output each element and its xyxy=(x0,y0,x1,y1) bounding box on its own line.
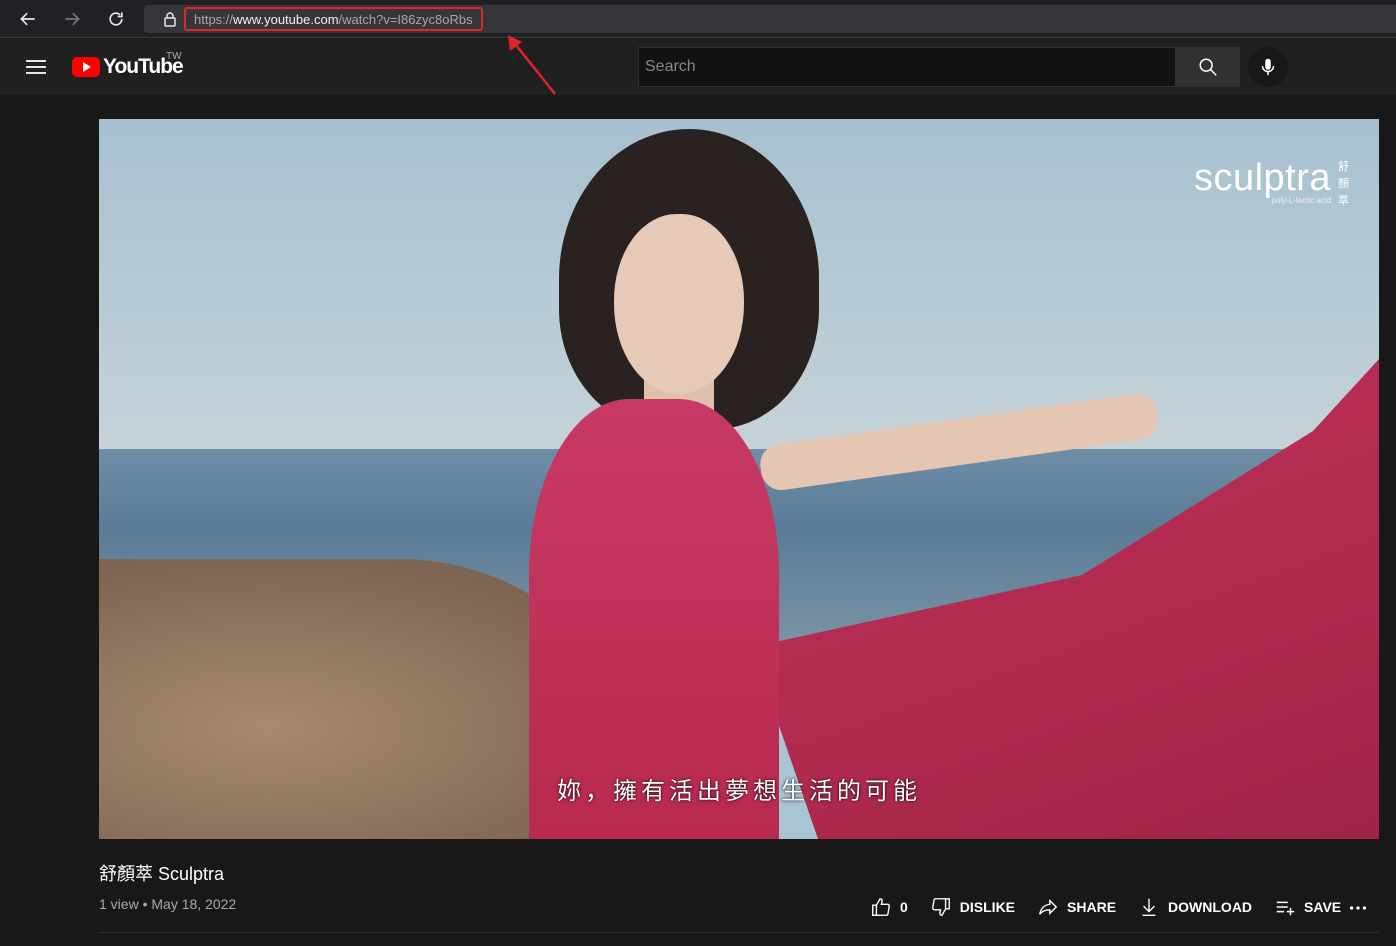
save-button[interactable]: SAVE xyxy=(1274,896,1341,918)
upload-date: May 18, 2022 xyxy=(151,896,237,912)
url-scheme: https:// xyxy=(194,11,234,27)
video-actions: 0 DISLIKE SHARE DOWNLOAD SAVE xyxy=(870,895,1363,919)
view-count: 1 view xyxy=(99,896,139,912)
search-input[interactable] xyxy=(638,47,1176,87)
youtube-play-icon xyxy=(72,57,100,77)
voice-search-button[interactable] xyxy=(1248,47,1288,87)
video-subtitle: 妳，擁有活出夢想生活的可能 xyxy=(557,778,921,805)
reload-icon xyxy=(109,12,123,26)
playlist-add-icon xyxy=(1276,901,1295,916)
video-face xyxy=(614,214,744,394)
arrow-right-icon xyxy=(65,12,80,26)
guide-menu-button[interactable] xyxy=(22,55,50,79)
video-meta: 1 view • May 18, 2022 xyxy=(99,896,236,912)
like-count: 0 xyxy=(900,899,908,915)
brand-watermark: sculptra poly-L-lactic acid 舒顏萃 xyxy=(1193,157,1349,207)
save-label: SAVE xyxy=(1304,899,1342,915)
video-title: 舒顏萃 Sculptra xyxy=(99,864,225,884)
forward-button[interactable] xyxy=(60,7,84,31)
lock-icon xyxy=(164,12,176,27)
arrow-left-icon xyxy=(20,12,35,26)
youtube-header: YouTube TW xyxy=(0,39,1396,95)
share-button[interactable]: SHARE xyxy=(1037,896,1116,918)
like-button[interactable]: 0 xyxy=(870,896,908,918)
url-text[interactable]: https://www.youtube.com/watch?v=I86zyc8o… xyxy=(184,7,483,31)
more-horizontal-icon xyxy=(1349,906,1367,910)
url-host: www.youtube.com xyxy=(233,11,339,27)
download-icon xyxy=(1142,898,1156,916)
meta-separator: • xyxy=(138,896,152,912)
url-path: /watch?v=I86zyc8oRbs xyxy=(338,11,473,27)
back-button[interactable] xyxy=(16,7,40,31)
hamburger-icon xyxy=(26,60,46,74)
reload-button[interactable] xyxy=(104,7,128,31)
download-label: DOWNLOAD xyxy=(1168,899,1253,915)
thumbs-down-icon xyxy=(931,898,950,916)
share-label: SHARE xyxy=(1067,899,1117,915)
dislike-label: DISLIKE xyxy=(959,899,1016,915)
browser-toolbar: https://www.youtube.com/watch?v=I86zyc8o… xyxy=(0,0,1396,38)
microphone-icon xyxy=(1261,58,1275,76)
info-divider xyxy=(99,932,1379,933)
address-bar[interactable]: https://www.youtube.com/watch?v=I86zyc8o… xyxy=(144,5,1396,33)
thumbs-up-icon xyxy=(872,898,890,916)
search-box xyxy=(638,47,1240,87)
search-button[interactable] xyxy=(1176,47,1240,87)
more-actions-button[interactable] xyxy=(1346,896,1370,920)
share-icon xyxy=(1039,898,1058,916)
brand-name: sculptra xyxy=(1193,157,1331,199)
dislike-button[interactable]: DISLIKE xyxy=(930,896,1015,918)
video-player[interactable]: sculptra poly-L-lactic acid 舒顏萃 妳，擁有活出夢想… xyxy=(99,119,1379,839)
search-icon xyxy=(1198,58,1217,76)
region-code: TW xyxy=(166,51,182,62)
download-button[interactable]: DOWNLOAD xyxy=(1138,896,1252,918)
brand-cjk-name: 舒顏萃 xyxy=(1338,161,1349,207)
